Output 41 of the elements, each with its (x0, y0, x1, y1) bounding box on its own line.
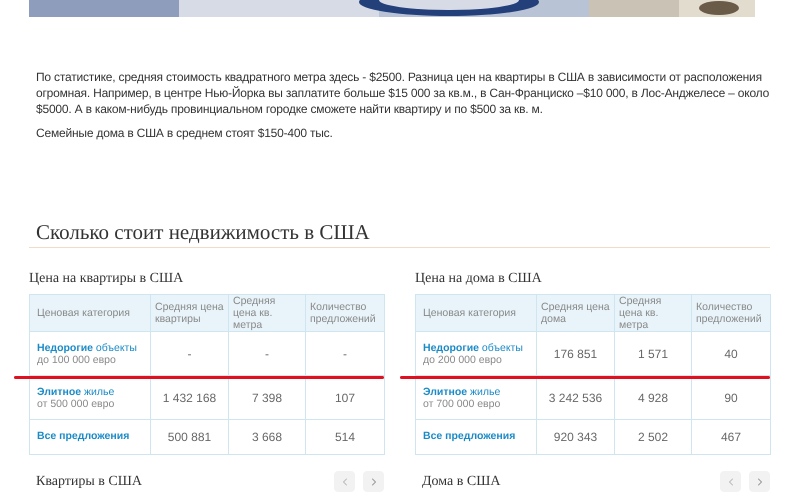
table-cell: 920 343 (536, 420, 614, 454)
next-button[interactable] (363, 471, 384, 492)
table-cell: - (306, 332, 384, 376)
column-header: Количество предложений (306, 294, 384, 332)
table-cell: 1 571 (614, 332, 692, 376)
category-link[interactable]: Элитное жилье (423, 386, 529, 398)
column-header: Ценовая категория (416, 294, 536, 332)
next-button[interactable] (749, 471, 770, 492)
category-link[interactable]: Недорогие объекты (423, 342, 529, 354)
table-cell: 176 851 (536, 332, 614, 376)
column-header: Средняя цена квартиры (150, 294, 228, 332)
table-cell: 500 881 (150, 420, 228, 454)
table-cell: - (228, 332, 306, 376)
carousel-title: Дома в США (421, 472, 500, 490)
table-cell: 514 (306, 420, 384, 454)
table-cell: 40 (692, 332, 770, 376)
category-link[interactable]: Недорогие объекты (37, 342, 143, 354)
price-range: до 100 000 евро (37, 354, 117, 366)
previous-button[interactable] (720, 471, 741, 492)
price-range: от 700 000 евро (423, 398, 502, 410)
column-header: Средняя цена кв. метра (614, 294, 692, 332)
table-cell: 2 502 (614, 420, 692, 454)
price-range: до 200 000 евро (423, 354, 503, 366)
table-cell: - (150, 332, 228, 376)
carousel-title: Квартиры в США (35, 472, 142, 490)
column-header: Ценовая категория (30, 294, 150, 332)
table-title: Цена на дома в США (415, 270, 543, 288)
category-link[interactable]: Элитное жилье (37, 386, 143, 398)
table-cell: 107 (306, 376, 384, 420)
paragraph: Семейные дома в США в среднем стоят $150-400 тыс. (36, 125, 334, 141)
table-cell: 90 (692, 376, 770, 420)
table-title: Цена на квартиры в США (29, 270, 184, 288)
section-title: Сколько стоит недвижимость в США (36, 219, 371, 245)
paragraph: По статистике, средняя стоимость квадратного метра здесь - $2500. Разница цен на квартиры в США в зависимости от расположения огромная. Например, в центре Нью-Йорка вы заплатите больше $15 000 за кв.м., в Сан-Франциско –$10 000, в Лос-Анджелесе – около $5000. А в каком-нибудь провинциальном городке сможете найти квартиру и по $500 за кв. м. (36, 69, 770, 117)
price-range: от 500 000 евро (37, 398, 116, 410)
column-header: Количество предложений (692, 294, 770, 332)
table-cell: 467 (692, 420, 770, 454)
column-header: Средняя цена дома (536, 294, 614, 332)
previous-button[interactable] (334, 471, 355, 492)
column-header: Средняя цена кв. метра (228, 294, 306, 332)
table-cell: 3 668 (228, 420, 306, 454)
